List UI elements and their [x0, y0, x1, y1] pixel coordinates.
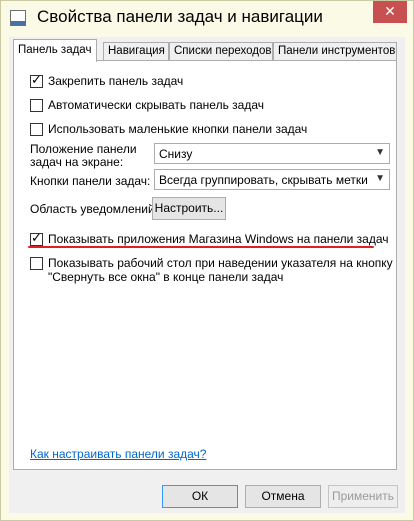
peek-label-line1: Показывать рабочий стол при наведении ук…	[48, 256, 393, 270]
peek-label: Показывать рабочий стол при наведении ук…	[48, 256, 393, 284]
tab-navigation[interactable]: Навигация	[103, 42, 169, 60]
tab-toolbars[interactable]: Панели инструментов	[273, 42, 397, 60]
tab-panel-taskbar: ✓ Закрепить панель задач Автоматически с…	[13, 60, 397, 470]
taskbar-app-icon	[10, 10, 26, 26]
tab-jump-lists[interactable]: Списки переходов	[169, 42, 273, 60]
buttons-select-value: Всегда группировать, скрывать метки	[159, 173, 368, 187]
peek-checkbox[interactable]	[30, 257, 43, 270]
notification-area-label: Область уведомлений:	[30, 202, 159, 216]
dialog-window: Свойства панели задач и навигации ✕ Пане…	[0, 0, 414, 521]
lock-taskbar-label: Закрепить панель задач	[48, 74, 184, 88]
buttons-select[interactable]: Всегда группировать, скрывать метки ▼	[154, 169, 390, 190]
chevron-down-icon: ▼	[375, 147, 385, 158]
buttons-label: Кнопки панели задач:	[30, 174, 151, 188]
position-select[interactable]: Снизу ▼	[154, 143, 390, 164]
apply-button[interactable]: Применить	[328, 485, 398, 508]
peek-label-line2: "Свернуть все окна" в конце панели задач	[48, 270, 284, 284]
position-label: Положение панели задач на экране:	[30, 143, 137, 169]
small-buttons-checkbox[interactable]	[30, 123, 43, 136]
close-button[interactable]: ✕	[373, 1, 407, 23]
small-buttons-label: Использовать маленькие кнопки панели зад…	[48, 122, 308, 136]
store-apps-label: Показывать приложения Магазина Windows н…	[48, 232, 389, 246]
window-title: Свойства панели задач и навигации	[37, 7, 323, 26]
autohide-label: Автоматически скрывать панель задач	[48, 98, 265, 112]
check-icon: ✓	[31, 230, 42, 245]
tab-taskbar[interactable]: Панель задач	[13, 39, 97, 62]
help-link[interactable]: Как настраивать панели задач?	[30, 447, 206, 461]
customize-button[interactable]: Настроить...	[152, 197, 226, 220]
ok-button[interactable]: ОК	[162, 485, 238, 508]
title-bar[interactable]: Свойства панели задач и навигации ✕	[1, 1, 413, 37]
cancel-button[interactable]: Отмена	[245, 485, 321, 508]
dialog-client-area: Панель задач Навигация Списки переходов …	[9, 37, 405, 513]
position-select-value: Снизу	[159, 147, 193, 161]
store-apps-checkbox[interactable]: ✓	[30, 230, 43, 246]
check-icon: ✓	[31, 72, 42, 87]
red-highlight-underline	[28, 246, 374, 248]
lock-taskbar-checkbox[interactable]: ✓	[30, 72, 43, 88]
close-icon: ✕	[384, 3, 396, 19]
position-label-line2: задач на экране:	[30, 155, 124, 169]
autohide-checkbox[interactable]	[30, 99, 43, 112]
chevron-down-icon: ▼	[375, 173, 385, 184]
